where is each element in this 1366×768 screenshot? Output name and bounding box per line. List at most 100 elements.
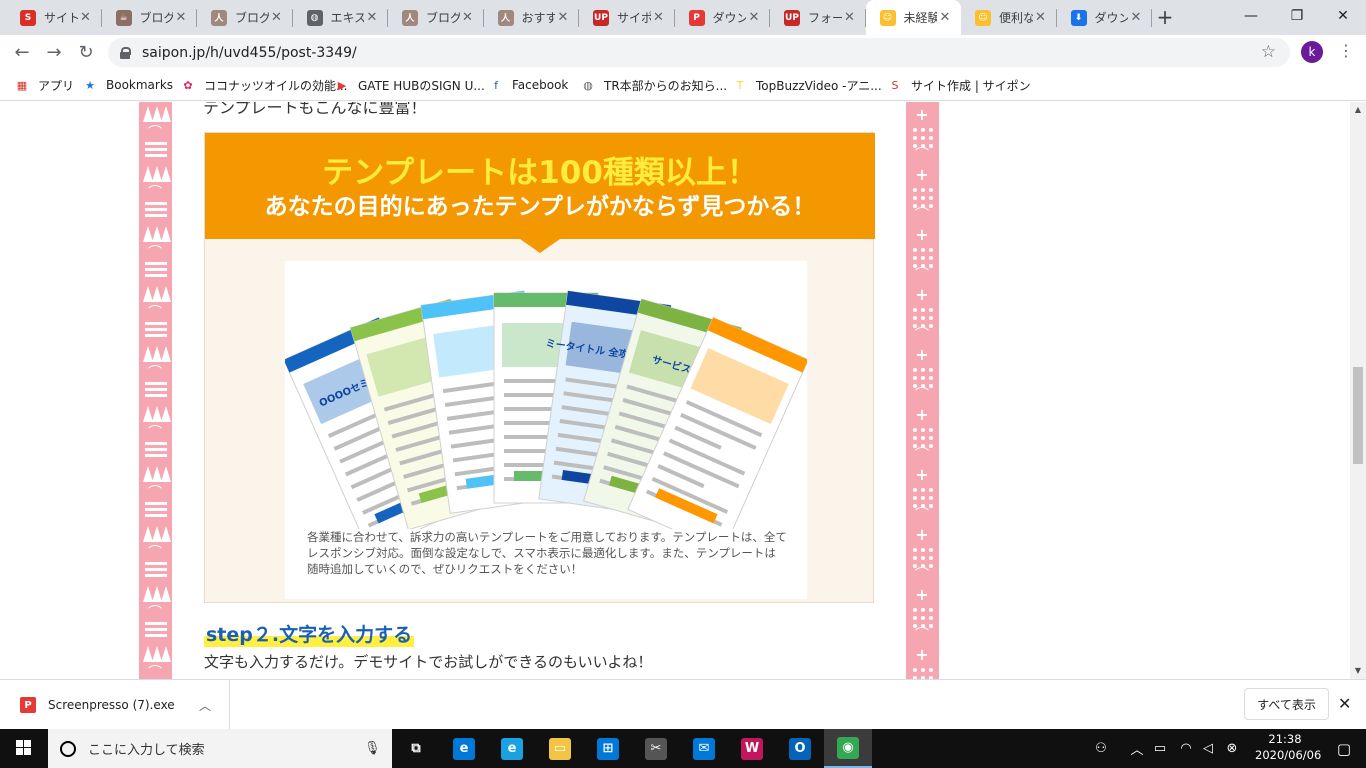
bookmark-item[interactable]: T TopBuzzVideo -アニ...	[732, 76, 882, 94]
pattern-dot	[929, 504, 933, 508]
wondershare-taskbar-button[interactable]: W	[728, 729, 776, 768]
volume-icon[interactable]: ◁	[1198, 729, 1218, 768]
tab-close-icon[interactable]: ✕	[269, 10, 285, 25]
clock-date: 2020/06/06	[1255, 748, 1322, 762]
bookmarks-bar: ▦ アプリ ★ Bookmarks ✿ ココナッツオイルの効能... ▶ GATE HUBのS…	[0, 69, 1366, 101]
wondershare-icon: W	[741, 737, 763, 760]
tab-close-icon[interactable]: ✕	[1033, 10, 1049, 25]
pattern-dot	[929, 248, 933, 252]
battery-icon[interactable]: ▭	[1150, 729, 1170, 768]
tab-close-icon[interactable]: ✕	[842, 10, 858, 25]
wifi-icon[interactable]: ◠	[1176, 729, 1196, 768]
chrome-taskbar-button[interactable]: ◉	[824, 729, 872, 768]
internet-explorer-taskbar-button[interactable]: e	[488, 729, 536, 768]
download-filename[interactable]: Screenpresso (7).exe	[48, 698, 195, 712]
cortana-icon	[60, 740, 76, 757]
shelf-close-button[interactable]: ✕	[1338, 694, 1351, 713]
tab-title: おすすめ	[521, 11, 556, 25]
tab-title: ブログ	[235, 11, 269, 25]
ime-icon[interactable]: ⊗	[1222, 729, 1242, 768]
tab-3[interactable]: ◍ エキスパート✕	[293, 0, 388, 35]
mail-taskbar-button[interactable]: ✉	[680, 729, 728, 768]
bookmark-item[interactable]: ▦ アプリ	[14, 76, 74, 94]
pattern-triangle	[161, 346, 171, 362]
chevron-up-tray-icon[interactable]: ︿	[1128, 729, 1146, 768]
bookmark-item[interactable]: ◍ TR本部からのお知ら...	[580, 76, 727, 94]
scrollbar-thumb[interactable]	[1353, 367, 1363, 464]
bookmark-star-icon[interactable]: ☆	[1261, 42, 1276, 62]
microphone-icon[interactable]: 🎙	[364, 741, 381, 756]
page-icon: ✿	[183, 78, 193, 92]
tab-4[interactable]: 人ブログ ✕	[388, 0, 484, 35]
address-bar[interactable]: saipon.jp/h/uvd455/post-3349/ ☆	[108, 38, 1290, 67]
pattern-stripe	[145, 268, 167, 271]
tab-close-icon[interactable]: ✕	[555, 10, 571, 25]
tab-10[interactable]: ☺ 便利な ✕	[961, 0, 1057, 35]
tab-8[interactable]: UP フォーマット✕	[770, 0, 866, 35]
pattern-dot	[913, 308, 917, 312]
tab-title: サイト作成	[44, 11, 78, 25]
scroll-up-arrow[interactable]: ▲	[1350, 102, 1366, 118]
download-item[interactable]: P Screenpresso (7).exe ︿	[0, 680, 230, 730]
bookmark-item[interactable]: ✿ ココナッツオイルの効能...	[180, 76, 347, 94]
tab-favicon-icon: 人	[211, 9, 227, 26]
tab-close-icon[interactable]: ✕	[651, 10, 667, 25]
tab-close-icon[interactable]: ✕	[364, 10, 380, 25]
scroll-down-arrow[interactable]: ▼	[1350, 663, 1366, 679]
search-placeholder[interactable]: ここに入力して検索	[88, 739, 364, 758]
window-close-button[interactable]: ✕	[1320, 0, 1366, 32]
start-button[interactable]	[0, 729, 48, 768]
forward-button[interactable]: →	[40, 38, 68, 66]
edge-taskbar-button[interactable]: e	[440, 729, 488, 768]
reload-button[interactable]: ↻	[72, 38, 100, 66]
task-view-taskbar-button[interactable]: ⧉	[392, 729, 440, 768]
pattern-dot	[913, 316, 917, 320]
bookmark-item[interactable]: ★ Bookmarks	[82, 76, 173, 94]
pattern-triangle	[161, 586, 171, 602]
chrome-icon: ◉	[837, 736, 859, 759]
tab-5[interactable]: 人おすすめ✕	[484, 0, 579, 35]
tab-6[interactable]: UP サイポン✕	[579, 0, 675, 35]
store-icon: ⊞	[597, 737, 619, 760]
back-button[interactable]: ←	[8, 38, 36, 66]
pattern-dot	[929, 324, 933, 328]
system-clock[interactable]: 21:38 2020/06/06	[1255, 731, 1322, 763]
tab-1[interactable]: ☕ ブログ ✕	[102, 0, 197, 35]
tab-9[interactable]: ☺ 未経験 ✕	[865, 0, 961, 35]
bookmark-item[interactable]: f Facebook	[488, 76, 568, 94]
tab-7[interactable]: P ダウンロード✕	[675, 0, 770, 35]
pattern-dot	[913, 376, 917, 380]
tab-close-icon[interactable]: ✕	[78, 10, 94, 25]
pattern-stripe	[145, 628, 167, 631]
tab-close-icon[interactable]: ✕	[1128, 10, 1144, 25]
pattern-dot	[929, 616, 933, 620]
chevron-up-icon[interactable]: ︿	[195, 697, 215, 714]
minimize-button[interactable]: —	[1228, 0, 1274, 32]
tab-close-icon[interactable]: ✕	[173, 10, 189, 25]
outlook-taskbar-button[interactable]: O	[776, 729, 824, 768]
tab-0[interactable]: S サイト作成✕	[6, 0, 102, 35]
browser-menu-icon[interactable]: ⋮	[1338, 42, 1354, 62]
notification-icon[interactable]: ▢	[1322, 729, 1366, 768]
pattern-dot	[913, 188, 917, 192]
outlook-icon: O	[789, 737, 811, 760]
tab-close-icon[interactable]: ✕	[746, 10, 762, 25]
show-all-button[interactable]: すべて表示	[1244, 688, 1329, 720]
bookmark-item[interactable]: ▶ GATE HUBのSIGN U...	[334, 76, 485, 94]
maximize-button[interactable]: ❐	[1274, 0, 1320, 32]
url-text[interactable]: saipon.jp/h/uvd455/post-3349/	[142, 45, 357, 61]
store-taskbar-button[interactable]: ⊞	[584, 729, 632, 768]
tab-close-icon[interactable]: ✕	[460, 10, 476, 25]
page-scrollbar[interactable]: ▲ ▼	[1350, 102, 1366, 679]
profile-avatar[interactable]: k	[1301, 41, 1323, 63]
bookmark-item[interactable]: S サイト作成 | サイポン	[887, 76, 1031, 94]
snipping-taskbar-button[interactable]: ✂	[632, 729, 680, 768]
new-tab-button[interactable]: +	[1152, 4, 1178, 30]
people-icon[interactable]: ⚇	[1090, 729, 1112, 768]
tab-close-icon[interactable]: ✕	[937, 10, 953, 25]
tab-2[interactable]: 人ブログ ✕	[197, 0, 293, 35]
banner-headline: テンプレートは100種類以上！	[322, 155, 758, 191]
file-explorer-taskbar-button[interactable]: ▭	[536, 729, 584, 768]
tab-11[interactable]: ⬇ ダウンロード✕	[1057, 0, 1152, 35]
taskbar-search[interactable]: ここに入力して検索 🎙	[48, 729, 392, 768]
